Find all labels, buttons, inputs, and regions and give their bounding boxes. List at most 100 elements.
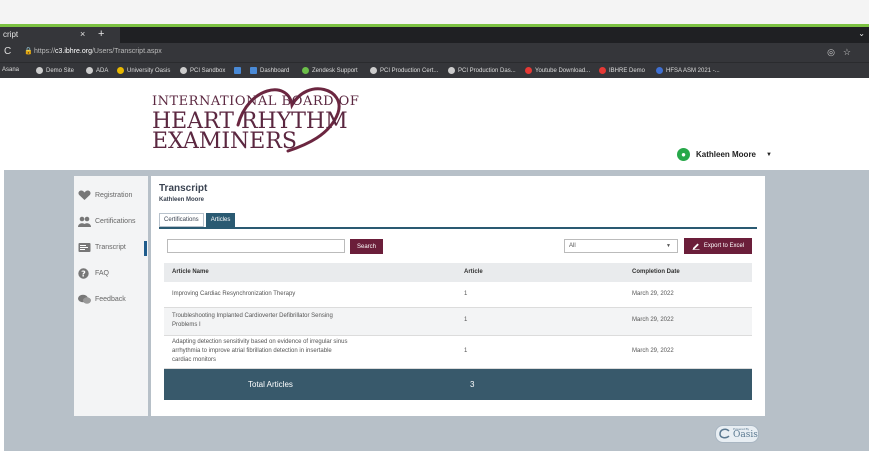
transcript-panel: Transcript Kathleen Moore Certifications… (151, 176, 765, 416)
powered-by-oasis-badge[interactable]: Powered By Oasis (715, 425, 759, 443)
bookmark-item[interactable]: University Oasis (117, 67, 170, 74)
completion-date: March 29, 2022 (632, 317, 674, 323)
bookmark-item[interactable]: Asana (2, 67, 19, 73)
bookmark-item[interactable]: PCI Production Das... (448, 67, 516, 74)
column-header: Article (464, 269, 483, 275)
transcript-icon (78, 243, 91, 252)
users-icon (78, 216, 91, 227)
user-menu[interactable]: ● Kathleen Moore ▼ (677, 148, 772, 161)
sidebar: Registration Certifications Transcript ?… (74, 176, 148, 416)
export-label: Export to Excel (703, 243, 745, 249)
articles-table: Article Name Article Completion Date Imp… (164, 263, 752, 400)
zendesk-icon (302, 67, 309, 74)
edit-icon (692, 243, 700, 250)
sidebar-item-transcript[interactable]: Transcript (78, 242, 126, 253)
table-row: Improving Cardiac Resynchronization Ther… (164, 282, 752, 308)
article-count: 1 (464, 317, 468, 323)
lock-icon[interactable]: 🔒 (24, 47, 33, 55)
bookmarks-bar: Asana Demo Site ADA University Oasis PCI… (0, 62, 869, 79)
browser-tab-bar: cript × + ⌄ (0, 27, 869, 43)
address-bar: C 🔒 https://c3.ibhre.org/Users/Transcrip… (0, 43, 869, 62)
filter-value: All (569, 243, 576, 249)
dashboard-icon (250, 67, 257, 74)
bookmark-item[interactable]: ADA (86, 67, 108, 74)
completion-date: March 29, 2022 (632, 291, 674, 297)
close-icon[interactable]: × (80, 29, 85, 39)
bookmark-item[interactable]: Zendesk Support (302, 67, 358, 74)
completion-date: March 29, 2022 (632, 348, 674, 354)
ibhre-icon (599, 67, 606, 74)
hfsa-icon (656, 67, 663, 74)
table-row: Adapting detection sensitivity based on … (164, 336, 752, 369)
globe-icon (36, 67, 43, 74)
total-row: Total Articles 3 (164, 369, 752, 400)
oasis-brand: Oasis (733, 430, 758, 440)
url-path: /Users/Transcript.aspx (91, 48, 162, 55)
sidebar-item-faq[interactable]: ? FAQ (78, 268, 109, 279)
search-button[interactable]: Search (350, 239, 383, 254)
total-value: 3 (470, 380, 475, 389)
logo-line-3: EXAMINERS (152, 129, 297, 154)
reload-icon[interactable]: C (4, 46, 11, 57)
globe-icon (86, 67, 93, 74)
sidebar-item-label: Transcript (95, 244, 126, 251)
svg-text:?: ? (81, 269, 86, 278)
bookmark-item[interactable]: PCI Sandbox (180, 67, 225, 74)
chevron-down-icon[interactable]: ⌄ (858, 29, 865, 38)
article-name: Improving Cardiac Resynchronization Ther… (172, 291, 296, 297)
sidebar-item-label: Registration (95, 192, 133, 199)
sidebar-item-label: Feedback (95, 296, 126, 303)
youtube-icon (525, 67, 532, 74)
new-tab-icon[interactable]: + (98, 28, 104, 40)
url-scheme: https:// (34, 48, 56, 55)
article-name: Troubleshooting Implanted Cardioverter D… (172, 313, 333, 328)
filter-select[interactable]: All ▼ (564, 239, 678, 253)
globe-icon (448, 67, 455, 74)
transcript-tabs: Certifications Articles (159, 213, 237, 227)
question-icon: ? (78, 268, 89, 279)
url-field[interactable]: https://c3.ibhre.org/Users/Transcript.as… (34, 48, 162, 55)
window-top-strip (0, 0, 869, 24)
tab-underline (159, 227, 757, 229)
bookmark-item[interactable]: PCI Production Cert... (370, 67, 438, 74)
globe-icon (180, 67, 187, 74)
bookmark-item[interactable]: Youtube Download... (525, 67, 590, 74)
tab-articles[interactable]: Articles (205, 213, 236, 227)
sidebar-item-label: Certifications (95, 218, 136, 225)
total-label: Total Articles (248, 380, 293, 389)
bookmark-item[interactable]: Dashboard (250, 67, 289, 74)
caret-down-icon: ▼ (666, 243, 671, 249)
article-count: 1 (464, 348, 468, 354)
tab-title: cript (3, 30, 19, 39)
user-name: Kathleen Moore (696, 150, 757, 159)
sidebar-item-registration[interactable]: Registration (78, 190, 132, 201)
bookmark-item[interactable]: Demo Site (36, 67, 74, 74)
article-count: 1 (464, 291, 468, 297)
logo-line-1: INTERNATIONAL BOARD OF (152, 94, 360, 109)
bookmark-item[interactable] (234, 67, 244, 74)
bookmark-item[interactable]: IBHRE Demo (599, 67, 645, 74)
address-bar-icons: ◎☆ (827, 47, 859, 58)
user-icon: ● (677, 148, 690, 161)
sidebar-item-feedback[interactable]: Feedback (78, 294, 126, 305)
comments-icon (78, 294, 91, 304)
caret-down-icon: ▼ (766, 151, 772, 158)
article-name: Adapting detection sensitivity based on … (172, 339, 348, 363)
search-input[interactable] (167, 239, 345, 253)
url-host: c3.ibhre.org (55, 48, 92, 55)
globe-icon (370, 67, 377, 74)
app-icon (234, 67, 241, 74)
sidebar-item-certifications[interactable]: Certifications (78, 216, 135, 227)
heart-pulse-icon (78, 190, 91, 200)
table-row: Troubleshooting Implanted Cardioverter D… (164, 308, 752, 336)
eye-off-icon[interactable]: ◎ (827, 47, 843, 57)
export-to-excel-button[interactable]: Export to Excel (684, 238, 752, 254)
oasis-swirl-icon (719, 428, 730, 439)
column-header: Article Name (172, 269, 209, 275)
page-title: Transcript (159, 183, 208, 194)
active-nav-indicator (144, 241, 147, 256)
page-subtitle: Kathleen Moore (159, 197, 205, 203)
star-icon[interactable]: ☆ (843, 47, 859, 57)
tab-certifications[interactable]: Certifications (159, 213, 204, 227)
bookmark-item[interactable]: HFSA ASM 2021 -... (656, 67, 720, 74)
